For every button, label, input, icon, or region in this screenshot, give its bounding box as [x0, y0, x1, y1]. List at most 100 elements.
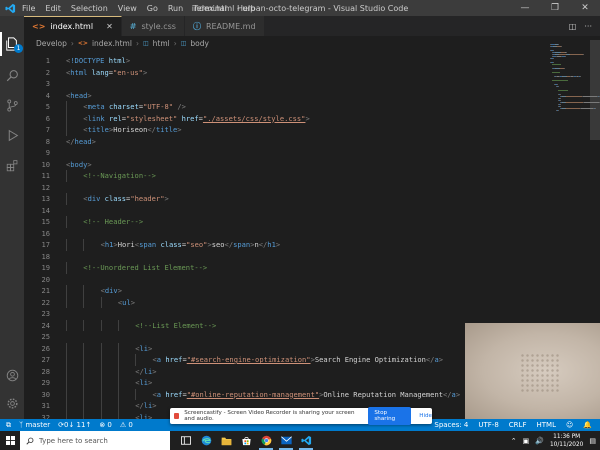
minimap-token — [566, 96, 582, 97]
vscode-taskbar-icon[interactable] — [296, 431, 316, 450]
taskbar-clock[interactable]: 11:36 PM 10/11/2020 — [550, 433, 583, 449]
code-line[interactable]: 11 <!--Navigation--> — [24, 170, 544, 182]
menu-help[interactable]: Help — [237, 4, 255, 13]
code-line[interactable]: 3 — [24, 78, 544, 90]
tab-index-html[interactable]: <> index.html ✕ — [24, 16, 122, 36]
menu-go[interactable]: Go — [147, 4, 158, 13]
hide-button[interactable]: Hide — [419, 413, 432, 419]
code-line[interactable]: 22 <ul> — [24, 297, 544, 309]
indent-guide — [100, 354, 102, 366]
menu-selection[interactable]: Selection — [71, 4, 108, 13]
tab-style-css[interactable]: # style.css — [121, 16, 185, 36]
code-line[interactable]: 20 — [24, 274, 544, 286]
notifications-bell-icon[interactable]: 🔔 — [583, 421, 592, 429]
explorer-icon[interactable]: 1 — [3, 35, 23, 53]
line-number: 17 — [41, 240, 50, 249]
indent-guide — [66, 388, 67, 400]
line-number: 14 — [41, 205, 50, 215]
taskbar-search[interactable]: Type here to search — [20, 431, 170, 450]
scrollbar-thumb[interactable] — [590, 40, 600, 140]
line-number: 4 — [45, 90, 50, 100]
indent-guide — [66, 411, 67, 419]
volume-icon[interactable]: 🔊 — [535, 437, 544, 445]
extensions-icon[interactable] — [3, 156, 21, 174]
code-line[interactable]: 14 — [24, 205, 544, 217]
code-text: <!--Unordered List Element--> — [83, 263, 208, 272]
code-line[interactable]: 9 — [24, 147, 544, 159]
line-ending[interactable]: CRLF — [509, 421, 527, 429]
tab-readme-md[interactable]: ⓘ README.md — [184, 16, 265, 36]
task-view-icon[interactable] — [176, 431, 196, 450]
maximize-button[interactable]: ❐ — [540, 0, 570, 16]
more-actions-icon[interactable]: ··· — [584, 22, 592, 31]
code-line[interactable]: 1 <!DOCTYPE html> — [24, 55, 544, 67]
code-line[interactable]: 8 </head> — [24, 136, 544, 148]
indent-guide — [66, 285, 67, 297]
code-line[interactable]: 5 <meta charset="UTF-8" /> — [24, 101, 544, 113]
search-icon[interactable] — [3, 66, 21, 84]
chrome-icon[interactable] — [256, 431, 276, 450]
code-line[interactable]: 15 <!-- Header--> — [24, 216, 544, 228]
code-line[interactable]: 2 <html lang="en-us"> — [24, 67, 544, 79]
source-control-icon[interactable] — [3, 96, 21, 114]
sync-status[interactable]: ⟳0↓ 11↑ — [58, 421, 91, 429]
indent-guide — [117, 342, 119, 354]
code-text: <a href="#search-engine-optimization">Se… — [152, 355, 444, 364]
tray-chevron-up-icon[interactable]: ⌃ — [511, 437, 517, 445]
encoding[interactable]: UTF-8 — [478, 421, 498, 429]
code-line[interactable]: 23 — [24, 308, 544, 320]
network-icon[interactable]: ▣ — [523, 437, 530, 445]
code-line[interactable]: 7 <title>Horiseon</title> — [24, 124, 544, 136]
stop-sharing-button[interactable]: Stop sharing — [368, 407, 412, 425]
menu-run[interactable]: Run — [168, 4, 183, 13]
code-line[interactable]: 6 <link rel="stylesheet" href="./assets/c… — [24, 113, 544, 125]
code-line[interactable]: 4 <head> — [24, 90, 544, 102]
start-button[interactable] — [0, 431, 20, 450]
file-explorer-icon[interactable] — [216, 431, 236, 450]
code-line[interactable]: 16 — [24, 228, 544, 240]
close-button[interactable]: ✕ — [570, 0, 600, 16]
breadcrumb-body[interactable]: body — [190, 39, 209, 48]
split-editor-icon[interactable]: ◫ — [569, 22, 577, 31]
remote-icon[interactable]: ⧉ — [6, 421, 11, 430]
close-tab-icon[interactable]: ✕ — [106, 22, 113, 31]
code-line[interactable]: 18 — [24, 251, 544, 263]
mail-icon[interactable] — [276, 431, 296, 450]
run-debug-icon[interactable] — [3, 126, 21, 144]
git-branch[interactable]: ᛉ master — [19, 421, 50, 429]
webcam-overlay — [465, 323, 600, 419]
line-number: 13 — [41, 194, 50, 203]
warning-count[interactable]: ⚠ 0 — [120, 421, 133, 429]
code-line[interactable]: 10 <body> — [24, 159, 544, 171]
code-line[interactable]: 21 <div> — [24, 285, 544, 297]
menu-terminal[interactable]: Terminal — [193, 4, 227, 13]
chevron-right-icon: › — [135, 38, 139, 48]
breadcrumb-html[interactable]: html — [153, 39, 170, 48]
indentation[interactable]: Spaces: 4 — [434, 421, 468, 429]
language-mode[interactable]: HTML — [536, 421, 555, 429]
code-text: <div> — [100, 286, 122, 295]
minimap-token — [558, 44, 559, 45]
notification-center-icon[interactable]: ▤ — [589, 437, 596, 445]
clock-time: 11:36 PM — [553, 433, 581, 440]
account-icon[interactable] — [3, 366, 21, 384]
menu-view[interactable]: View — [118, 4, 137, 13]
store-icon[interactable] — [236, 431, 256, 450]
code-line[interactable]: 13 <div class="header"> — [24, 193, 544, 205]
code-line[interactable]: 17 <h1>Hori<span class="seo">seo</span>n<… — [24, 239, 544, 251]
minimap-token — [558, 110, 559, 111]
menu-file[interactable]: File — [22, 4, 35, 13]
indent-guide — [83, 319, 85, 331]
code-line[interactable]: 12 — [24, 182, 544, 194]
breadcrumb-file[interactable]: index.html — [92, 39, 132, 48]
minimize-button[interactable]: — — [510, 0, 540, 16]
menu-edit[interactable]: Edit — [45, 4, 61, 13]
line-number: 5 — [45, 102, 50, 111]
settings-gear-icon[interactable] — [3, 394, 21, 412]
code-text: </li> — [135, 401, 157, 410]
edge-browser-icon[interactable] — [196, 431, 216, 450]
code-line[interactable]: 19 <!--Unordered List Element--> — [24, 262, 544, 274]
error-count[interactable]: ⊗ 0 — [99, 421, 112, 429]
breadcrumb-folder[interactable]: Develop — [36, 39, 67, 48]
feedback-icon[interactable]: ☺ — [566, 421, 573, 429]
